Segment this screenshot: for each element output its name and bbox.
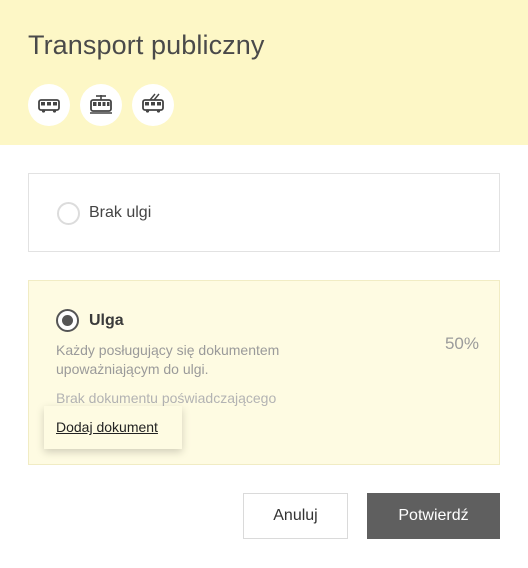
no-document-text: Brak dokumentu poświadczającego [56, 390, 277, 406]
option-no-discount[interactable]: Brak ulgi [28, 173, 500, 252]
tram-button[interactable] [80, 84, 122, 126]
discount-label: Ulga [89, 312, 124, 329]
trolleybus-icon [142, 93, 164, 113]
bus-icon [38, 99, 60, 113]
header: Transport publiczny [0, 0, 528, 145]
discount-percent: 50% [444, 334, 479, 353]
discount-radio[interactable] [56, 309, 79, 332]
bus-button[interactable] [28, 84, 70, 126]
cancel-button[interactable]: Anuluj [243, 493, 348, 539]
trolleybus-button[interactable] [132, 84, 174, 126]
page-title: Transport publiczny [28, 30, 265, 60]
add-document-tooltip: Dodaj dokument [44, 406, 182, 449]
no-discount-radio[interactable] [57, 202, 80, 225]
tram-icon [90, 95, 112, 114]
vehicle-list [28, 84, 174, 126]
no-discount-label: Brak ulgi [89, 204, 152, 221]
add-document-link[interactable]: Dodaj dokument [56, 419, 158, 435]
confirm-button[interactable]: Potwierdź [367, 493, 500, 539]
discount-description: Każdy posługujący się dokumentem upoważn… [56, 342, 280, 377]
